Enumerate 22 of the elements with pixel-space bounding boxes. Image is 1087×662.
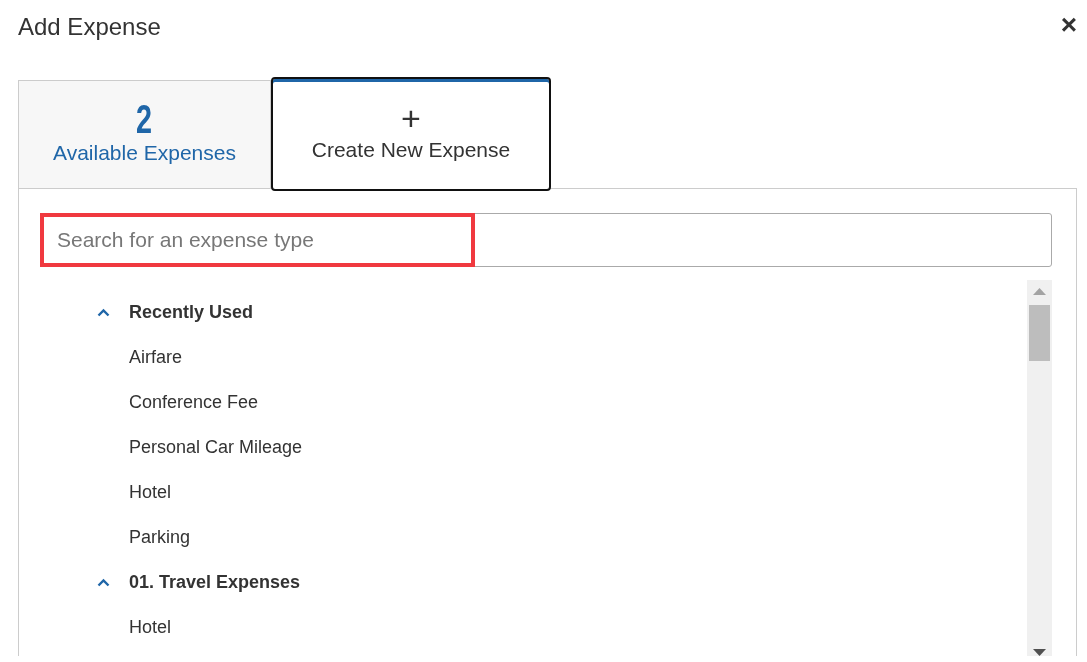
close-button[interactable]: × xyxy=(1060,12,1077,38)
dialog-title: Add Expense xyxy=(18,12,161,42)
group-header[interactable]: 01. Travel Expenses xyxy=(40,560,1027,605)
tab[interactable]: + Create New Expense xyxy=(271,77,551,191)
expense-count: 2 xyxy=(136,96,153,141)
scrollbar[interactable] xyxy=(1027,280,1052,656)
expense-type-item[interactable]: Parking xyxy=(40,515,1027,560)
expense-type-item[interactable]: Personal Car Mileage xyxy=(40,425,1027,470)
plus-icon: + xyxy=(401,98,421,138)
expense-type-item[interactable]: Hotel xyxy=(40,605,1027,650)
expense-type-item[interactable]: Conference Fee xyxy=(40,380,1027,425)
chevron-up-icon xyxy=(97,308,110,317)
scroll-up-icon[interactable] xyxy=(1033,288,1046,295)
group-header[interactable]: Recently Used xyxy=(40,290,1027,335)
tab-label: Create New Expense xyxy=(311,138,511,162)
tab-label: Available Expenses xyxy=(53,140,236,165)
scroll-down-icon[interactable] xyxy=(1033,649,1046,656)
scroll-thumb[interactable] xyxy=(1029,305,1050,361)
tab[interactable]: 2 Available Expenses xyxy=(18,80,271,188)
chevron-up-icon xyxy=(97,578,110,587)
expense-type-item[interactable]: Airfare xyxy=(40,335,1027,380)
expense-type-item[interactable]: Hotel xyxy=(40,470,1027,515)
